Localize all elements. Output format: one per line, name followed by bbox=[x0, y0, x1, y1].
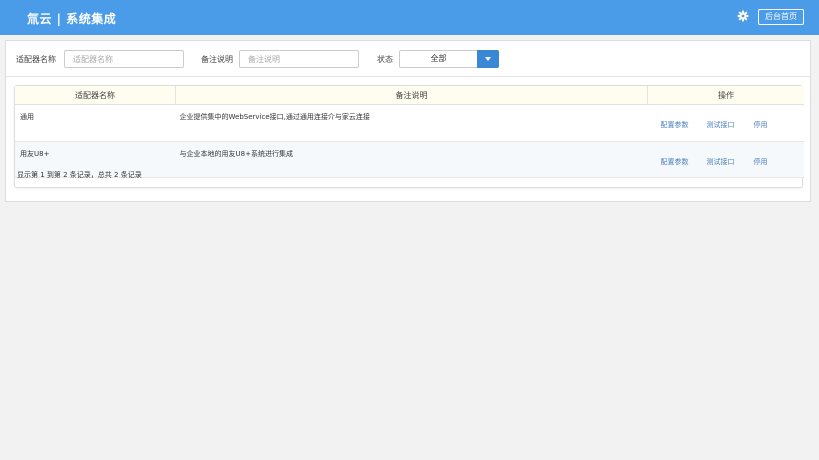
app-title: 氚云 | 系统集成 bbox=[27, 12, 117, 26]
top-header-bar: 氚云 | 系统集成 后台首页 bbox=[0, 0, 819, 35]
column-header-actions: 操作 bbox=[647, 86, 804, 105]
test-interface-link[interactable]: 测试接口 bbox=[707, 157, 735, 167]
remark-label: 备注说明 bbox=[201, 55, 233, 64]
adapter-name-label: 适配器名称 bbox=[16, 55, 56, 64]
row-remark: 与企业本地的用友U8+系统进行集成 bbox=[175, 141, 648, 178]
adapter-table: 适配器名称 备注说明 操作 通用 企业提供集中的WebService接口,通过通… bbox=[14, 85, 804, 188]
configure-params-link[interactable]: 配置参数 bbox=[661, 157, 689, 167]
remark-input[interactable] bbox=[239, 50, 359, 68]
pagination-summary: 显示第 1 到第 2 条记录，总共 2 条记录 bbox=[17, 171, 142, 179]
row-remark: 企业提供集中的WebService接口,通过通用连接介与家云连接 bbox=[175, 104, 648, 142]
status-dropdown-button[interactable] bbox=[477, 50, 499, 68]
row-actions: 配置参数 测试接口 停用 bbox=[647, 141, 804, 178]
caret-down-icon bbox=[485, 57, 491, 61]
column-header-adapter-name[interactable]: 适配器名称 bbox=[15, 86, 176, 105]
filter-divider bbox=[6, 76, 810, 77]
admin-home-button[interactable]: 后台首页 bbox=[758, 9, 804, 25]
disable-link[interactable]: 停用 bbox=[754, 157, 768, 167]
configure-params-link[interactable]: 配置参数 bbox=[661, 120, 689, 130]
adapter-name-input[interactable] bbox=[64, 50, 184, 68]
status-select[interactable]: 全部 bbox=[399, 50, 477, 68]
gear-icon[interactable] bbox=[737, 10, 749, 22]
column-header-remark[interactable]: 备注说明 bbox=[175, 86, 648, 105]
test-interface-link[interactable]: 测试接口 bbox=[707, 120, 735, 130]
table-row: 通用 企业提供集中的WebService接口,通过通用连接介与家云连接 配置参数… bbox=[15, 104, 804, 142]
status-label: 状态 bbox=[377, 55, 393, 64]
row-adapter-name: 通用 bbox=[15, 104, 176, 142]
disable-link[interactable]: 停用 bbox=[754, 120, 768, 130]
main-panel: 适配器名称 备注说明 状态 全部 适配器名称 备注说明 操作 通用 企业提供集中… bbox=[5, 40, 811, 202]
row-actions: 配置参数 测试接口 停用 bbox=[647, 104, 804, 142]
